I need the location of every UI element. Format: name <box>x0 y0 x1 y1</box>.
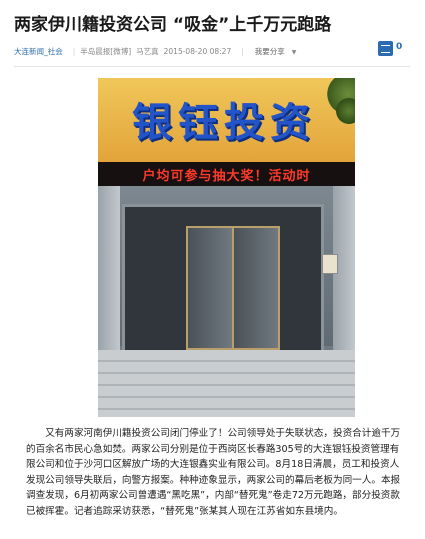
source-link[interactable]: 大连新闻_社会 <box>14 46 63 57</box>
led-banner: 户均可参与抽大奖！活动时 <box>98 162 355 186</box>
article-photo: 银钰投资 户均可参与抽大奖！活动时 <box>98 78 355 417</box>
glass-door <box>186 226 234 350</box>
publish-time: 2015-08-20 08:27 <box>163 46 232 56</box>
divider <box>14 66 410 67</box>
article-meta: 大连新闻_社会 | 半岛晨报[微博] 马艺真 2015-08-20 08:27 … <box>14 44 374 58</box>
comment-icon[interactable] <box>378 41 393 56</box>
glass-door <box>232 226 280 350</box>
chevron-down-icon: ▼ <box>291 48 297 56</box>
author: 马艺真 <box>136 46 159 56</box>
entrance-steps <box>98 350 355 417</box>
meta-divider: | <box>241 46 244 56</box>
share-button[interactable]: 我要分享 ▼ <box>255 46 302 57</box>
storefront-sign: 银钰投资 <box>132 99 316 146</box>
posted-notice <box>322 254 338 274</box>
comment-count[interactable]: 0 <box>396 42 402 52</box>
body-paragraph: 又有两家河南伊川籍投资公司闭门停业了！公司领导处于失联状态，投资合计逾千万的百余… <box>26 428 401 517</box>
publisher[interactable]: 半岛晨报[微博] <box>80 46 131 57</box>
article-body: 又有两家河南伊川籍投资公司闭门停业了！公司领导处于失联状态，投资合计逾千万的百余… <box>26 426 406 519</box>
pillar <box>98 186 120 356</box>
article-title: 两家伊川籍投资公司 “吸金”上千万元跑路 <box>14 15 332 35</box>
meta-divider: | <box>72 46 76 56</box>
share-label: 我要分享 <box>254 46 285 56</box>
